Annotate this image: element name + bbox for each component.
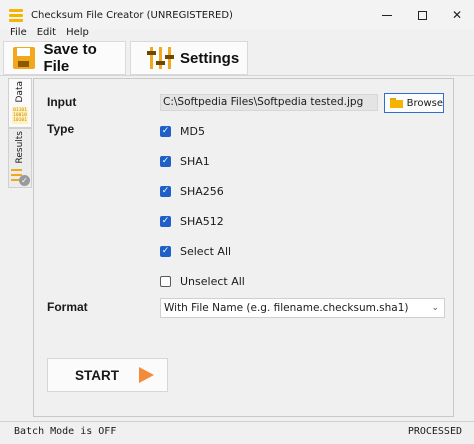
checkbox-sha512-label: SHA512 [180, 214, 224, 228]
sliders-icon [147, 46, 174, 70]
side-tabs: Data 01101 10010 10101 Results ✓ [8, 76, 32, 418]
checkbox-select-all-box[interactable]: ✓ [160, 245, 171, 257]
format-select[interactable]: With File Name (e.g. filename.checksum.s… [160, 298, 445, 318]
checkbox-unselect-all-box[interactable] [160, 275, 171, 287]
browse-button[interactable]: Browse [384, 93, 444, 113]
input-path-field[interactable]: C:\Softpedia Files\Softpedia tested.jpg [160, 94, 378, 111]
checkbox-md5[interactable]: ✓ MD5 [160, 124, 205, 138]
tab-results[interactable]: Results ✓ [8, 128, 32, 188]
tab-data[interactable]: Data 01101 10010 10101 [8, 78, 32, 128]
data-panel: Input C:\Softpedia Files\Softpedia teste… [33, 78, 454, 417]
maximize-icon [417, 10, 427, 20]
start-button[interactable]: START [47, 358, 168, 392]
batch-mode-status: Batch Mode is OFF [14, 426, 117, 437]
input-label: Input [47, 95, 77, 109]
start-label: START [75, 367, 119, 383]
save-to-file-label: Save to File [43, 41, 97, 75]
floppy-disk-icon [12, 46, 37, 70]
checkbox-sha1-box[interactable]: ✓ [160, 155, 171, 167]
checkbox-sha1[interactable]: ✓ SHA1 [160, 154, 210, 168]
checkbox-sha256[interactable]: ✓ SHA256 [160, 184, 224, 198]
menu-help[interactable]: Help [61, 26, 94, 40]
checkbox-unselect-all-label: Unselect All [180, 274, 245, 288]
chevron-down-icon: ⌄ [431, 303, 439, 313]
status-bar: Batch Mode is OFF PROCESSED [0, 421, 474, 444]
play-icon [139, 367, 154, 383]
checkbox-sha512[interactable]: ✓ SHA512 [160, 214, 224, 228]
checkbox-sha1-label: SHA1 [180, 154, 210, 168]
format-selected-value: With File Name (e.g. filename.checksum.s… [164, 302, 409, 314]
checkbox-md5-box[interactable]: ✓ [160, 125, 171, 137]
checkbox-unselect-all[interactable]: Unselect All [160, 274, 245, 288]
window-title: Checksum File Creator (UNREGISTERED) [31, 9, 233, 21]
processed-status: PROCESSED [407, 426, 462, 437]
browse-label: Browse [406, 97, 443, 109]
tab-results-label: Results [15, 131, 25, 164]
checkbox-sha256-box[interactable]: ✓ [160, 185, 171, 197]
minimize-icon [382, 14, 392, 16]
tab-data-label: Data [15, 81, 25, 103]
type-label: Type [47, 122, 75, 136]
checkbox-sha256-label: SHA256 [180, 184, 224, 198]
results-checklist-icon: ✓ [10, 168, 30, 186]
app-icon [9, 8, 23, 22]
toolbar: Save to File Settings [0, 40, 474, 76]
checkbox-select-all[interactable]: ✓ Select All [160, 244, 231, 258]
binary-data-icon: 01101 10010 10101 [12, 106, 28, 124]
checkbox-select-all-label: Select All [180, 244, 232, 258]
menu-bar: File Edit Help [0, 26, 474, 40]
settings-button[interactable]: Settings [130, 41, 248, 75]
checkbox-md5-label: MD5 [180, 124, 205, 138]
format-label: Format [47, 300, 88, 314]
menu-edit[interactable]: Edit [32, 26, 61, 40]
menu-file[interactable]: File [0, 26, 32, 40]
settings-label: Settings [180, 49, 240, 67]
close-icon: ✕ [451, 8, 463, 22]
checkbox-sha512-box[interactable]: ✓ [160, 215, 171, 227]
folder-icon [390, 98, 403, 108]
save-to-file-button[interactable]: Save to File [3, 41, 126, 75]
